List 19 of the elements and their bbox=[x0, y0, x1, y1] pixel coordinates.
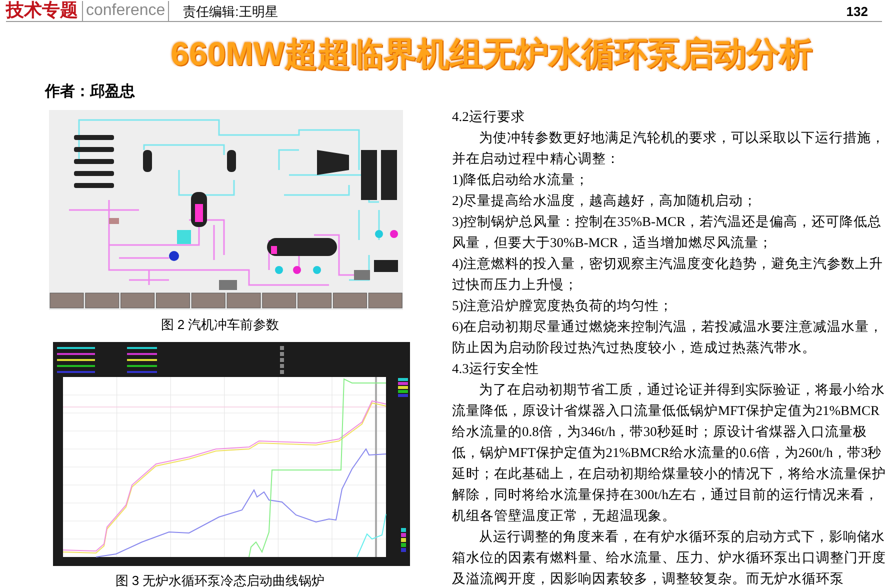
section-heading: 4.3运行安全性 bbox=[452, 360, 540, 378]
list-item: 1)降低启动给水流量； bbox=[452, 171, 590, 189]
section-heading: 4.2运行要求 bbox=[452, 108, 526, 126]
article-title: 660MW超超临界机组无炉水循环泵启动分析 bbox=[170, 34, 812, 74]
list-item: 6)在启动初期尽量通过燃烧来控制汽温，若投减温水要注意减温水量，防止因为启动阶段过热汽过热度较小，造成过热蒸汽带水。 bbox=[452, 318, 884, 357]
figure-caption: 图 3 无炉水循环泵冷态启动曲线锅炉 bbox=[115, 572, 325, 588]
list-item: 2)尽量提高给水温度，越高越好，高加随机启动； bbox=[452, 192, 758, 210]
conference-tag: conference bbox=[82, 1, 170, 21]
page-number: 132 bbox=[846, 3, 868, 21]
editor-credit: 责任编辑:王明星 bbox=[183, 3, 278, 21]
body-paragraph: 为了在启动初期节省工质，通过论证并得到实际验证，将最小给水流量降低，原设计省煤器入口流量低低锅炉MFT保护定值为21%BMCR给水流量的0.8倍，为346t/h，带30秒延时；原设计省煤器入口流量极低，锅炉MFT保护定值为21%BMCR给水流量的0.6倍，为260t/h，带3秒延时；在此基础上，在启动初期给煤量较小的情况下，将给水流量保护解除，同时将给水流量保持在300t/h左右，通过目前的运行情况来看，机组各管壁温度正常，无超温现象。 bbox=[452, 381, 886, 525]
body-paragraph: 从运行调整的角度来看，在有炉水循环泵的启动方式下，影响储水箱水位的因素有燃料量、给水流量、压力、炉水循环泵出口调整门开度及溢流阀开度，因影响因素较多，调整较复杂。而无炉水循环泵 bbox=[452, 528, 886, 588]
author-line: 作者：邱盈忠 bbox=[45, 82, 136, 102]
body-paragraph: 为使冲转参数更好地满足汽轮机的要求，可以采取以下运行措施，并在启动过程中精心调整： bbox=[452, 129, 886, 168]
list-item: 5)注意沿炉膛宽度热负荷的均匀性； bbox=[452, 297, 674, 315]
list-item: 3)控制锅炉总风量：控制在35%B-MCR，若汽温还是偏高，还可降低总风量，但要大于30%B-MCR，适当增加燃尽风流量； bbox=[452, 213, 883, 252]
section-label: 技术专题 bbox=[6, 0, 79, 21]
figure-caption: 图 2 汽机冲车前参数 bbox=[160, 316, 280, 334]
list-item: 4)注意燃料的投入量，密切观察主汽温度变化趋势，避免主汽参数上升过快而压力上升慢； bbox=[452, 255, 884, 294]
